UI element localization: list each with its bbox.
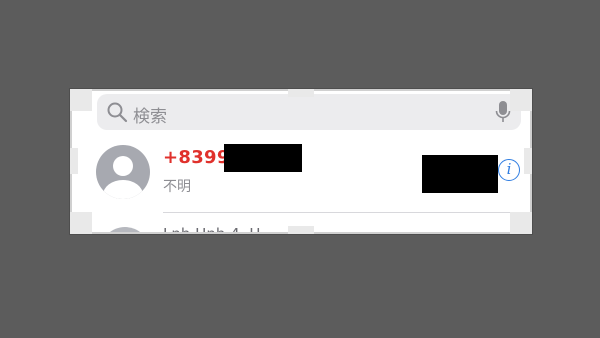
- search-bar[interactable]: 検索: [97, 94, 521, 130]
- avatar-icon: [96, 145, 150, 199]
- row-divider: [163, 212, 532, 213]
- caller-label: 不明: [163, 179, 191, 195]
- partial-row-text: Lnh Hnh 4. H: [163, 225, 261, 234]
- crop-handle-left[interactable]: [70, 148, 78, 174]
- crop-handle-top-right[interactable]: [510, 89, 532, 111]
- caller-phone-number: +8399: [163, 147, 230, 168]
- crop-handle-bottom[interactable]: [288, 226, 314, 234]
- search-icon: [107, 102, 128, 123]
- avatar-icon: [100, 227, 150, 234]
- recent-call-row[interactable]: +8399 不明 i: [70, 133, 532, 213]
- crop-handle-bottom-left[interactable]: [70, 212, 92, 234]
- microphone-icon[interactable]: [495, 100, 511, 124]
- crop-handle-top-left[interactable]: [70, 89, 92, 111]
- info-icon[interactable]: i: [498, 159, 520, 181]
- redaction-box: [224, 144, 302, 172]
- crop-handle-bottom-right[interactable]: [510, 212, 532, 234]
- search-placeholder: 検索: [133, 107, 167, 127]
- redaction-box: [422, 155, 498, 193]
- crop-handle-right[interactable]: [524, 148, 532, 174]
- cropped-screenshot: 検索 +8399 不明 i Lnh Hnh 4. H: [70, 89, 532, 234]
- crop-handle-top[interactable]: [288, 89, 314, 97]
